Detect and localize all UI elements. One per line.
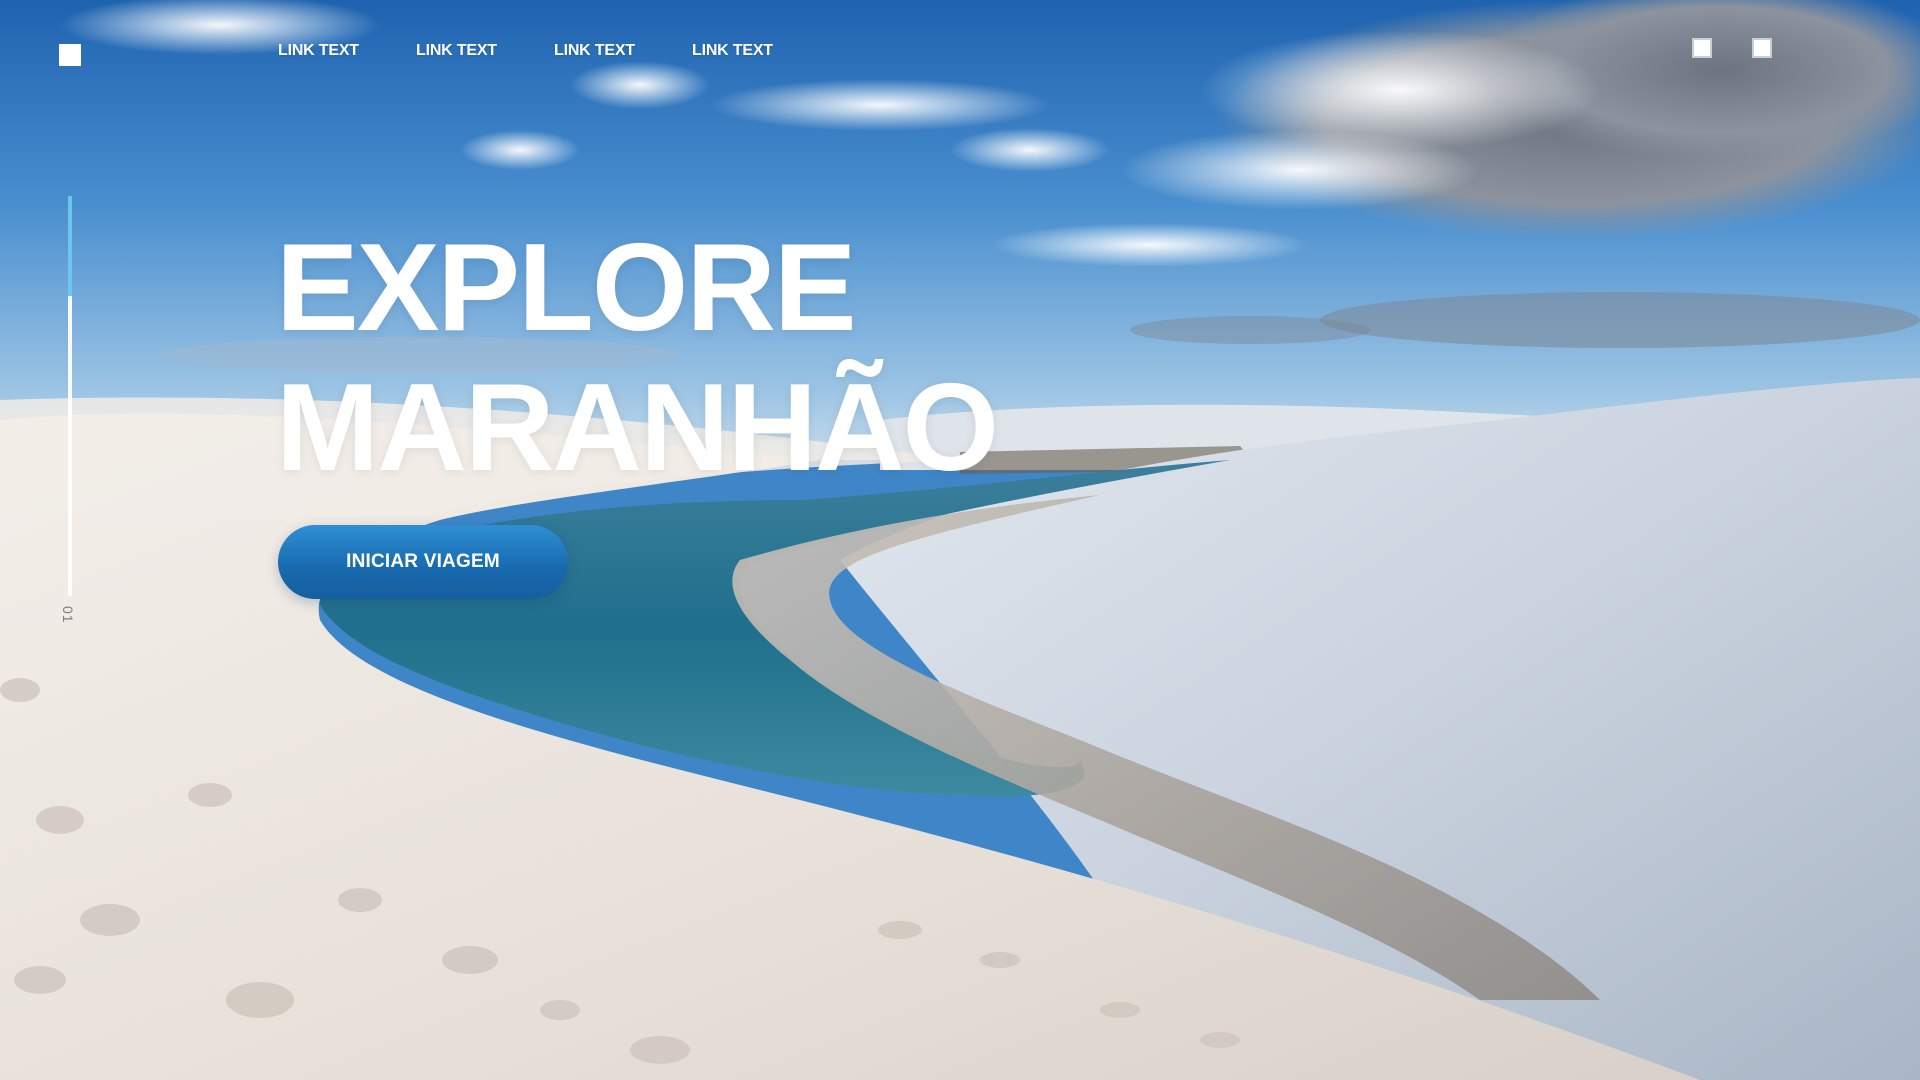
nav-link-1[interactable]: LINK TEXT [278,42,416,60]
slide-number: 01 [60,606,76,624]
landing-page: LINK TEXT LINK TEXT LINK TEXT LINK TEXT … [0,0,1920,1080]
nav-link-4[interactable]: LINK TEXT [692,42,830,60]
slide-progress-bar [68,196,72,596]
nav-link-3[interactable]: LINK TEXT [554,42,692,60]
hero-title: EXPLORE MARANHÃO [276,218,999,498]
slide-progress-fill [68,196,72,296]
header-actions [1692,38,1772,58]
nav-link-2[interactable]: LINK TEXT [416,42,554,60]
header-square-icon-2[interactable] [1752,38,1772,58]
hero-title-line-2: MARANHÃO [276,359,999,497]
hero-title-line-1: EXPLORE [276,219,857,357]
main-nav: LINK TEXT LINK TEXT LINK TEXT LINK TEXT [278,42,830,60]
header-square-icon-1[interactable] [1692,38,1712,58]
start-trip-button[interactable]: INICIAR VIAGEM [278,525,568,599]
logo-square-icon[interactable] [59,44,81,66]
